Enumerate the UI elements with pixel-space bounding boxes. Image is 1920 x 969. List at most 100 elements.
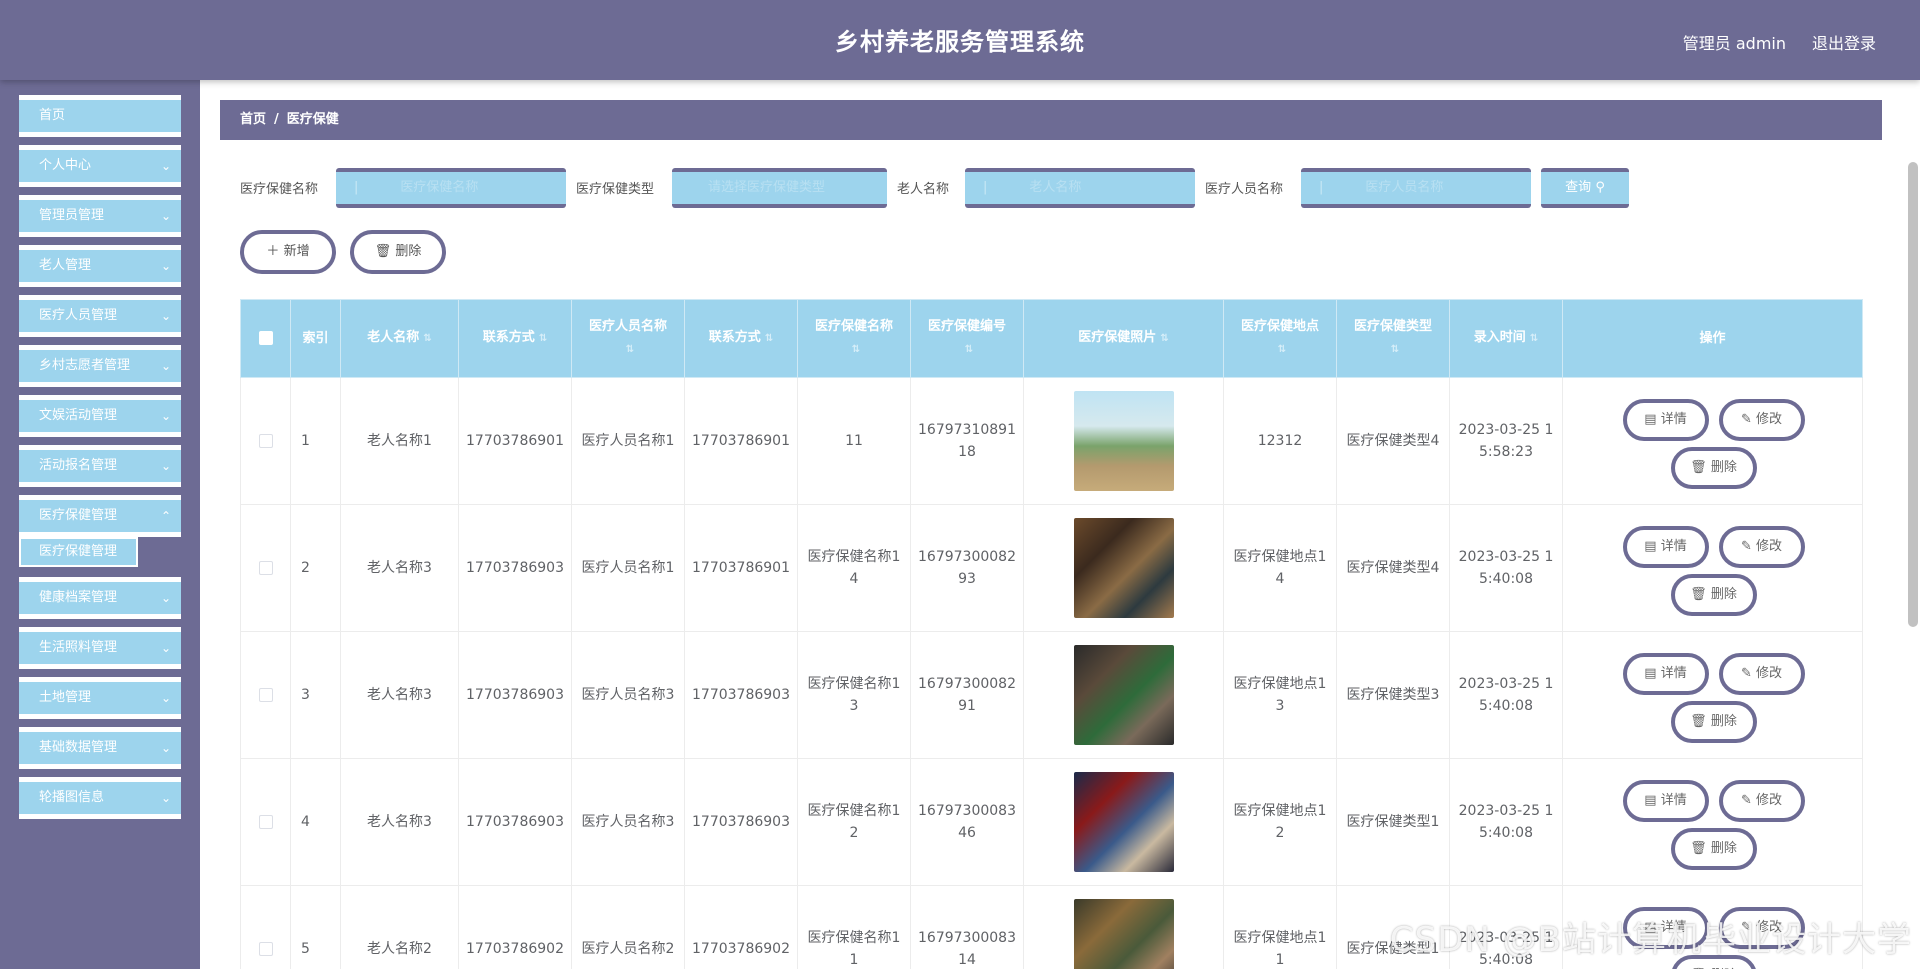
sort-icon[interactable]: ⇅ bbox=[626, 339, 634, 361]
cell-photo bbox=[1023, 758, 1224, 886]
sort-icon[interactable]: ⇅ bbox=[765, 328, 773, 350]
search-button[interactable]: 查询 ⚲ bbox=[1541, 168, 1629, 208]
row-checkbox-cell[interactable] bbox=[240, 631, 291, 759]
edit-button[interactable]: ✎ 修改 bbox=[1718, 399, 1805, 441]
header-elder[interactable]: 老人名称 ⇅ bbox=[340, 299, 459, 378]
sidebar-item-home[interactable]: 首页 bbox=[19, 95, 181, 137]
header-time[interactable]: 录入时间 ⇅ bbox=[1449, 299, 1563, 378]
document-icon: ▤ bbox=[1644, 539, 1657, 554]
cell-index: 5 bbox=[290, 885, 341, 969]
sidebar-item-admin[interactable]: 管理员管理 ⌄ bbox=[19, 195, 181, 237]
sidebar-item-carousel[interactable]: 轮播图信息 ⌄ bbox=[19, 777, 181, 819]
header-code[interactable]: 医疗保健编号 ⇅ bbox=[910, 299, 1024, 378]
sort-icon[interactable]: ⇅ bbox=[423, 328, 431, 350]
detail-button[interactable]: ▤ 详情 bbox=[1622, 780, 1709, 822]
sidebar-item-land[interactable]: 土地管理 ⌄ bbox=[19, 677, 181, 719]
chevron-down-icon: ⌄ bbox=[160, 741, 171, 755]
chevron-down-icon: ⌄ bbox=[160, 591, 171, 605]
checkbox[interactable] bbox=[258, 815, 273, 829]
sidebar-item-label: 文娱活动管理 bbox=[39, 408, 118, 423]
sidebar-item-profile[interactable]: 个人中心 ⌄ bbox=[19, 145, 181, 187]
sidebar-item-life-care[interactable]: 生活照料管理 ⌄ bbox=[19, 627, 181, 669]
page-scrollbar[interactable] bbox=[1908, 162, 1918, 627]
sidebar-item-signup[interactable]: 活动报名管理 ⌄ bbox=[19, 445, 181, 487]
healthcare-photo[interactable] bbox=[1073, 391, 1174, 491]
header-staff[interactable]: 医疗人员名称 ⇅ bbox=[571, 299, 685, 378]
healthcare-photo[interactable] bbox=[1073, 772, 1174, 872]
delete-button[interactable]: 🗑 删除 bbox=[1670, 574, 1757, 616]
cell-code: 1679730008314 bbox=[910, 885, 1024, 969]
cell-phone: 17703786902 bbox=[458, 885, 572, 969]
search-input-staff[interactable]: | 医疗人员名称 bbox=[1301, 168, 1531, 208]
delete-button[interactable]: 🗑 删除 bbox=[1670, 828, 1757, 870]
edit-button[interactable]: ✎ 修改 bbox=[1718, 780, 1805, 822]
row-checkbox-cell[interactable] bbox=[240, 377, 291, 505]
sort-icon[interactable]: ⇅ bbox=[1530, 328, 1538, 350]
header-phone[interactable]: 联系方式 ⇅ bbox=[458, 299, 572, 378]
detail-button[interactable]: ▤ 详情 bbox=[1622, 399, 1709, 441]
chevron-down-icon: ⌄ bbox=[160, 209, 171, 223]
sidebar-item-entertainment[interactable]: 文娱活动管理 ⌄ bbox=[19, 395, 181, 437]
detail-button[interactable]: ▤ 详情 bbox=[1622, 526, 1709, 568]
sidebar-item-label: 个人中心 bbox=[39, 158, 92, 173]
add-button[interactable]: ＋ 新增 bbox=[240, 230, 336, 274]
cell-type: 医疗保健类型4 bbox=[1336, 377, 1450, 505]
header-photo[interactable]: 医疗保健照片 ⇅ bbox=[1023, 299, 1224, 378]
header-select-all[interactable] bbox=[240, 299, 291, 378]
edit-line-icon: | bbox=[354, 180, 359, 195]
checkbox[interactable] bbox=[258, 434, 273, 448]
checkbox[interactable] bbox=[258, 942, 273, 956]
sidebar-item-label: 生活照料管理 bbox=[39, 640, 118, 655]
sidebar-item-label: 首页 bbox=[39, 108, 66, 123]
sort-icon[interactable]: ⇅ bbox=[965, 339, 973, 361]
header-index: 索引 bbox=[290, 299, 341, 378]
sort-icon[interactable]: ⇅ bbox=[1278, 339, 1286, 361]
cell-photo bbox=[1023, 504, 1224, 632]
cell-type: 医疗保健类型3 bbox=[1336, 631, 1450, 759]
cell-code: 1679730008293 bbox=[910, 504, 1024, 632]
edit-button[interactable]: ✎ 修改 bbox=[1718, 526, 1805, 568]
cell-photo bbox=[1023, 631, 1224, 759]
row-checkbox-cell[interactable] bbox=[240, 758, 291, 886]
edit-button[interactable]: ✎ 修改 bbox=[1718, 653, 1805, 695]
search-select-type[interactable]: 请选择医疗保健类型 bbox=[672, 168, 887, 208]
delete-button[interactable]: 🗑 删除 bbox=[1670, 701, 1757, 743]
sidebar-item-volunteer[interactable]: 乡村志愿者管理 ⌄ bbox=[19, 345, 181, 387]
search-input-name[interactable]: | 医疗保健名称 bbox=[336, 168, 566, 208]
checkbox[interactable] bbox=[258, 331, 273, 345]
sidebar-item-base-data[interactable]: 基础数据管理 ⌄ bbox=[19, 727, 181, 769]
table-row: 4 老人名称3 17703786903 医疗人员名称3 17703786903 医疗保健名… bbox=[240, 758, 1863, 886]
batch-delete-button[interactable]: 🗑 删除 bbox=[350, 230, 446, 274]
header-name[interactable]: 医疗保健名称 ⇅ bbox=[797, 299, 911, 378]
row-checkbox-cell[interactable] bbox=[240, 885, 291, 969]
breadcrumb-home[interactable]: 首页 bbox=[240, 112, 266, 127]
header-location[interactable]: 医疗保健地点 ⇅ bbox=[1223, 299, 1337, 378]
logout-link[interactable]: 退出登录 bbox=[1812, 30, 1876, 54]
sidebar-item-elder[interactable]: 老人管理 ⌄ bbox=[19, 245, 181, 287]
sort-icon[interactable]: ⇅ bbox=[539, 328, 547, 350]
search-label-elder: 老人名称 bbox=[897, 182, 950, 197]
sidebar-item-label: 基础数据管理 bbox=[39, 740, 118, 755]
cell-elder: 老人名称3 bbox=[340, 504, 459, 632]
sidebar-item-healthcare[interactable]: 医疗保健管理 ⌃ bbox=[19, 495, 181, 537]
cell-phone: 17703786903 bbox=[458, 758, 572, 886]
sidebar-subitem-healthcare[interactable]: 医疗保健管理 bbox=[19, 537, 141, 567]
checkbox[interactable] bbox=[258, 561, 273, 575]
delete-button[interactable]: 🗑 删除 bbox=[1670, 447, 1757, 489]
checkbox[interactable] bbox=[258, 688, 273, 702]
sort-icon[interactable]: ⇅ bbox=[1391, 339, 1399, 361]
header-staff-phone[interactable]: 联系方式 ⇅ bbox=[684, 299, 798, 378]
sort-icon[interactable]: ⇅ bbox=[852, 339, 860, 361]
row-checkbox-cell[interactable] bbox=[240, 504, 291, 632]
detail-button[interactable]: ▤ 详情 bbox=[1622, 653, 1709, 695]
healthcare-photo[interactable] bbox=[1073, 518, 1174, 618]
search-input-elder[interactable]: | 老人名称 bbox=[965, 168, 1195, 208]
healthcare-photo[interactable] bbox=[1073, 899, 1174, 969]
healthcare-photo[interactable] bbox=[1073, 645, 1174, 745]
sort-icon[interactable]: ⇅ bbox=[1160, 328, 1168, 350]
cell-staff: 医疗人员名称3 bbox=[571, 631, 685, 759]
sidebar-item-medical-staff[interactable]: 医疗人员管理 ⌄ bbox=[19, 295, 181, 337]
cell-location: 医疗保健地点12 bbox=[1223, 758, 1337, 886]
header-type[interactable]: 医疗保健类型 ⇅ bbox=[1336, 299, 1450, 378]
sidebar-item-health-record[interactable]: 健康档案管理 ⌄ bbox=[19, 577, 181, 619]
